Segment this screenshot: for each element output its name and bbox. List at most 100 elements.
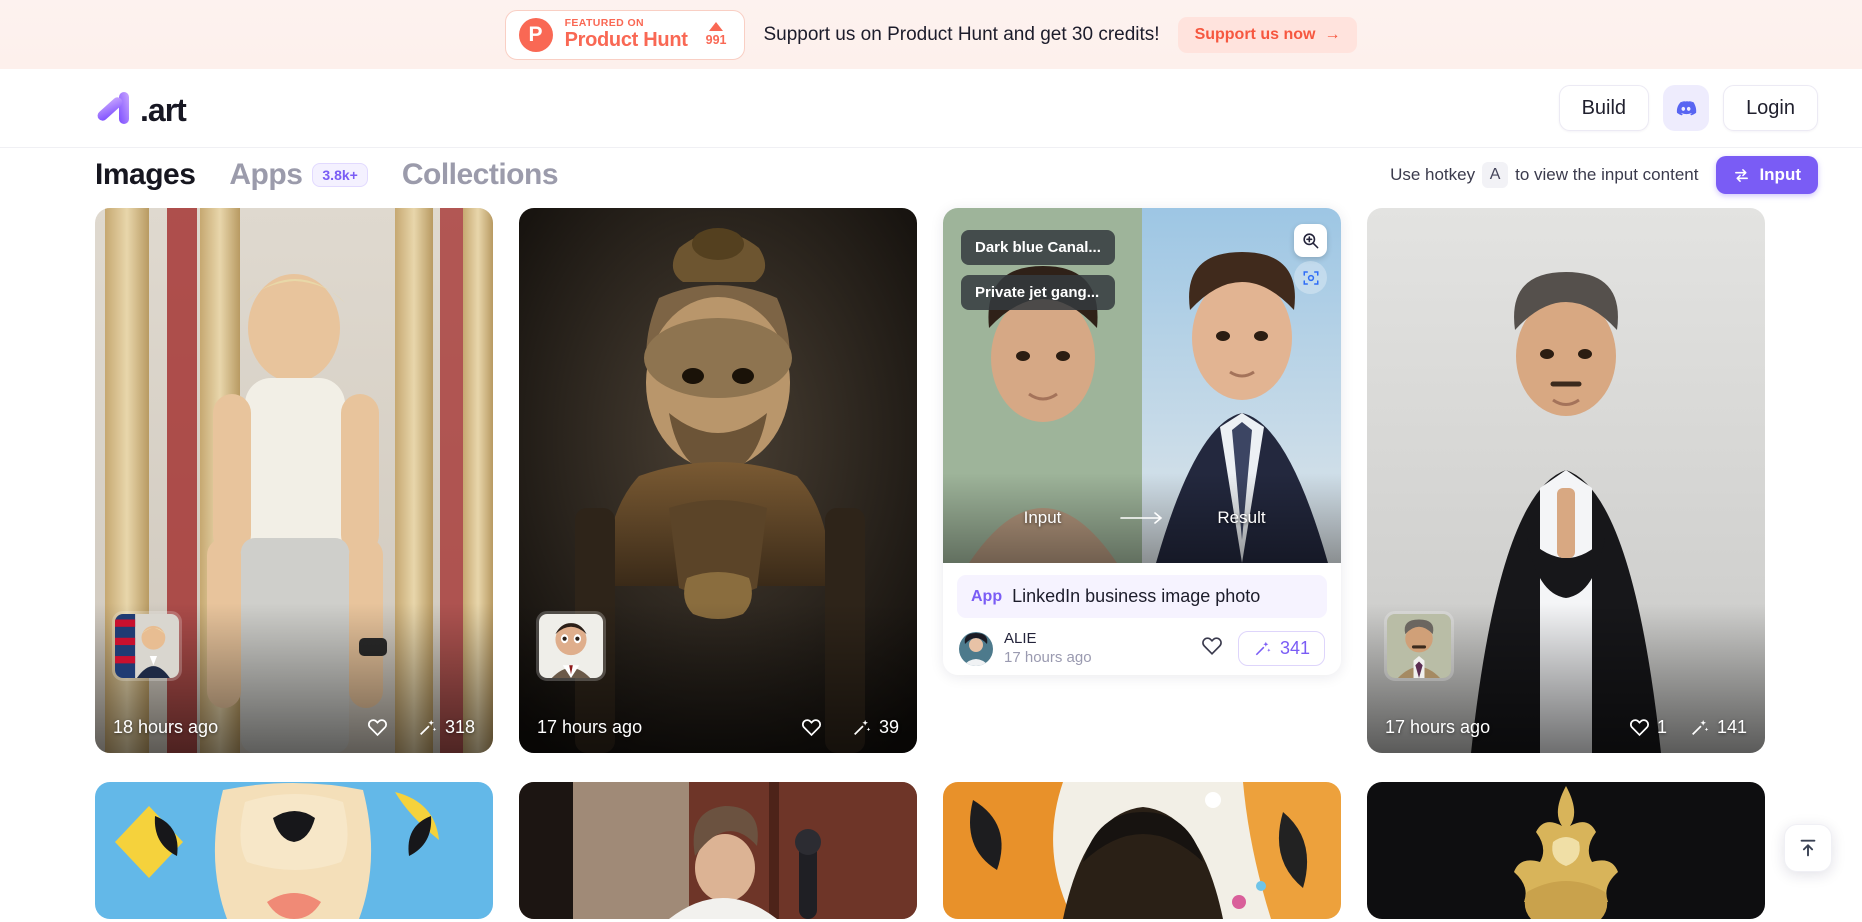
- app-action-icons: [1294, 224, 1327, 294]
- tab-apps[interactable]: Apps 3.8k+: [229, 158, 368, 192]
- like-count: 1: [1656, 717, 1667, 737]
- generation-stat[interactable]: 318: [417, 717, 475, 738]
- card-timestamp: 18 hours ago: [113, 717, 219, 737]
- discord-button[interactable]: [1663, 85, 1710, 131]
- scroll-to-top-button[interactable]: [1784, 824, 1832, 872]
- generation-stat[interactable]: 141: [1689, 717, 1747, 738]
- like-stat[interactable]: [801, 717, 829, 738]
- magic-wand-icon: [1255, 641, 1271, 656]
- generation-count: 39: [878, 717, 899, 737]
- card-stats: 318: [367, 717, 475, 738]
- arrow-right-icon: →: [1324, 25, 1341, 43]
- app-name-pill[interactable]: App LinkedIn business image photo: [957, 575, 1327, 618]
- scan-button[interactable]: [1294, 261, 1327, 294]
- app-tag-list: Dark blue Canal... Private jet gang...: [961, 230, 1115, 310]
- tab-collections-label: Collections: [401, 158, 559, 191]
- author-info: ALIE 17 hours ago: [1004, 630, 1092, 668]
- card-timestamp: 17 hours ago: [537, 717, 643, 737]
- product-hunt-logo-icon: P: [518, 17, 553, 52]
- heart-icon: [801, 719, 821, 737]
- logo-wordmark: .art: [140, 92, 187, 128]
- generation-count: 141: [1716, 717, 1747, 737]
- photo-card[interactable]: 18 hours ago 318: [95, 208, 493, 753]
- input-button-label: Input: [1759, 165, 1801, 184]
- product-hunt-text: FEATURED ON Product Hunt: [565, 18, 688, 50]
- gallery-card-2: 17 hours ago 39: [519, 208, 917, 756]
- generated-image: [519, 782, 917, 919]
- thumbnail-image: [1387, 614, 1451, 678]
- hotkey-suffix: to view the input content: [1515, 165, 1699, 184]
- generated-image: [95, 782, 493, 919]
- gallery-card-6[interactable]: [519, 782, 917, 919]
- source-thumbnail[interactable]: [1384, 611, 1454, 681]
- gallery-card-8[interactable]: [1367, 782, 1765, 919]
- author-name: ALIE: [1004, 630, 1037, 647]
- app-tag[interactable]: Dark blue Canal...: [961, 230, 1115, 265]
- site-logo[interactable]: .art: [95, 90, 187, 128]
- magic-wand-icon: [854, 719, 871, 736]
- tabs-toolbar: Images Apps 3.8k+ Collections Use hotkey…: [0, 148, 1862, 202]
- header-actions: Build Login: [1558, 85, 1818, 131]
- generation-stat[interactable]: 341: [1237, 631, 1325, 667]
- hotkey-area: Use hotkey A to view the input content I…: [1390, 156, 1818, 194]
- card-footer: 18 hours ago 318: [113, 717, 475, 738]
- app-card-actions: 341: [1201, 631, 1325, 667]
- scan-focus-icon: [1303, 270, 1318, 285]
- like-stat[interactable]: [367, 717, 395, 738]
- input-toggle-button[interactable]: Input: [1716, 156, 1818, 194]
- photo-card[interactable]: 17 hours ago 1 141: [1367, 208, 1765, 753]
- support-label: Support us now: [1194, 25, 1316, 43]
- app-badge-label: App: [971, 587, 1003, 605]
- generated-image: [1367, 782, 1765, 919]
- gallery-card-5[interactable]: [95, 782, 493, 919]
- avatar[interactable]: [959, 631, 993, 666]
- thumbnail-image: [115, 614, 179, 678]
- tab-images-label: Images: [95, 158, 196, 191]
- hotkey-key: A: [1482, 162, 1509, 188]
- tab-list: Images Apps 3.8k+ Collections: [95, 158, 559, 192]
- zoom-in-button[interactable]: [1294, 224, 1327, 257]
- promo-message: Support us on Product Hunt and get 30 cr…: [763, 23, 1160, 45]
- caret-up-icon: [709, 22, 724, 31]
- build-button[interactable]: Build: [1558, 85, 1650, 131]
- tab-apps-badge: 3.8k+: [312, 163, 368, 187]
- card-stats: 1 141: [1629, 717, 1747, 738]
- photo-card[interactable]: 17 hours ago 39: [519, 208, 917, 753]
- scroll-to-top-icon: [1800, 839, 1816, 857]
- tab-apps-label: Apps: [229, 158, 303, 191]
- generated-image: [943, 782, 1341, 919]
- login-button[interactable]: Login: [1723, 85, 1818, 131]
- like-stat[interactable]: [1201, 635, 1223, 662]
- app-name-row: App LinkedIn business image photo: [943, 563, 1341, 618]
- product-hunt-name: Product Hunt: [564, 28, 688, 51]
- gallery-card-4: 17 hours ago 1 141: [1367, 208, 1765, 756]
- avatar-image: [959, 631, 993, 666]
- hotkey-hint: Use hotkey A to view the input content: [1390, 162, 1698, 188]
- upvote-count: 991: [705, 33, 727, 47]
- image-gallery: 18 hours ago 318 17 hours ago 39 Dark bl…: [95, 208, 1818, 922]
- card-timestamp: 17 hours ago: [1004, 648, 1092, 666]
- site-header: .art Build Login: [0, 69, 1862, 148]
- heart-icon: [367, 719, 387, 737]
- support-us-now-button[interactable]: Support us now →: [1177, 16, 1358, 53]
- tab-collections[interactable]: Collections: [401, 158, 559, 192]
- tab-images[interactable]: Images: [95, 158, 196, 192]
- thumbnail-image: [539, 614, 603, 678]
- gallery-card-7[interactable]: [943, 782, 1341, 919]
- product-hunt-badge[interactable]: P FEATURED ON Product Hunt 991: [504, 9, 746, 60]
- app-card-footer: ALIE 17 hours ago 341: [943, 618, 1341, 668]
- upvote-block[interactable]: 991: [705, 22, 727, 47]
- source-thumbnail[interactable]: [112, 611, 182, 681]
- card-timestamp: 17 hours ago: [1385, 717, 1491, 737]
- like-stat[interactable]: 1: [1629, 717, 1667, 738]
- app-comparison: Dark blue Canal... Private jet gang... I…: [943, 208, 1341, 563]
- a-art-logo-icon: [97, 92, 129, 124]
- heart-icon: [1629, 719, 1649, 737]
- swap-icon: [1735, 168, 1749, 182]
- generation-stat[interactable]: 39: [851, 717, 899, 738]
- app-tag[interactable]: Private jet gang...: [961, 275, 1115, 310]
- promo-banner: P FEATURED ON Product Hunt 991 Support u…: [0, 0, 1862, 69]
- gallery-card-3: Dark blue Canal... Private jet gang... I…: [943, 208, 1341, 756]
- source-thumbnail[interactable]: [536, 611, 606, 681]
- app-card[interactable]: Dark blue Canal... Private jet gang... I…: [943, 208, 1341, 675]
